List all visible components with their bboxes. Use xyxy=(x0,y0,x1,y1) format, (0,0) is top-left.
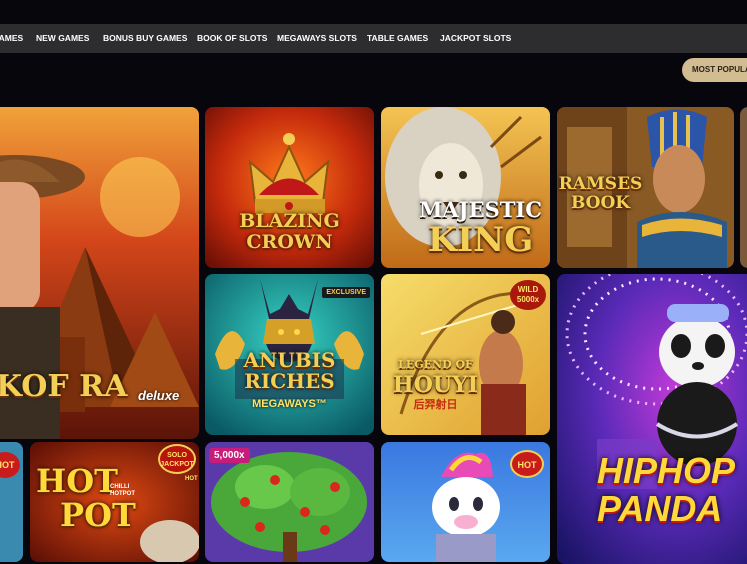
book-of-ra-subtitle: deluxe xyxy=(138,388,180,403)
book-of-ra-prefix: K xyxy=(0,369,22,404)
sort-dropdown[interactable]: MOST POPULAR xyxy=(682,58,747,82)
solo-jackpot-badge: SOLO JACKPOT xyxy=(158,444,196,474)
game-tile-unicorn[interactable]: HOT xyxy=(381,442,550,562)
multiplier-badge: 5,000x xyxy=(209,448,250,463)
hot-badge-unicorn: HOT xyxy=(510,450,544,478)
solo-badge-top: SOLO xyxy=(167,452,187,459)
game-tile-hip-hop-panda[interactable]: HIPHOP PANDA xyxy=(557,274,747,564)
category-nav: GAMES NEW GAMES BONUS BUY GAMES BOOK OF … xyxy=(0,24,747,53)
wild-badge-bottom: 5000x xyxy=(516,295,540,304)
ramses-book-line2: BOOK xyxy=(570,193,631,213)
megaways-label: MEGAWAYS™ xyxy=(252,398,327,410)
nav-table-games[interactable]: TABLE GAMES xyxy=(367,24,428,53)
game-tile-partial-right[interactable] xyxy=(740,107,747,268)
anubis-riches-line1: ANUBIS xyxy=(243,348,336,372)
nav-jackpot-slots[interactable]: JACKPOT SLOTS xyxy=(440,24,511,53)
nav-megaways-slots[interactable]: MEGAWAYS SLOTS xyxy=(277,24,357,53)
game-tile-legend-of-houyi[interactable]: WILD 5000x LEGEND OF HOUYI 后羿射日 xyxy=(381,274,550,435)
majestic-king-line2: KING xyxy=(427,220,534,260)
blazing-crown-logo: BLAZING CROWN xyxy=(205,211,374,253)
nav-games[interactable]: GAMES xyxy=(0,24,23,53)
hip-hop-panda-line2: PANDA xyxy=(597,488,723,529)
blazing-crown-line2: CROWN xyxy=(246,231,333,253)
wild-badge-top: WILD xyxy=(517,285,539,294)
houyi-line2: HOUYI xyxy=(392,372,479,398)
game-tile-anubis-riches[interactable]: EXCLUSIVE ANUBIS RICHES MEGAWAYS™ xyxy=(205,274,374,435)
houyi-line3: 后羿射日 xyxy=(413,398,458,411)
houyi-line1: LEGEND OF xyxy=(398,358,473,371)
book-of-ra-title: OF RA xyxy=(21,369,128,404)
game-tile-money-tree[interactable]: 5,000x xyxy=(205,442,374,562)
hot-corner-badge: HOT xyxy=(185,476,198,482)
partial-tile-artwork xyxy=(740,107,747,268)
hip-hop-panda-line1: HIPHOP xyxy=(597,450,736,491)
hot-pot-line2: POT xyxy=(60,496,136,534)
ramses-book-logo: RAMSES BOOK xyxy=(557,175,734,213)
hot-pot-logo: HOT POT xyxy=(36,464,199,532)
game-tile-ramses-book[interactable]: RAMSES BOOK xyxy=(557,107,734,268)
game-tile-blazing-crown[interactable]: BLAZING CROWN xyxy=(205,107,374,268)
legend-of-houyi-logo: LEGEND OF HOUYI 后羿射日 xyxy=(381,358,550,412)
nav-book-of-slots[interactable]: BOOK OF SLOTS xyxy=(197,24,267,53)
game-tile-hot-pot[interactable]: HOT POT CHILLI HOTPOT SOLO JACKPOT HOT xyxy=(30,442,199,562)
nav-bonus-buy-games[interactable]: BONUS BUY GAMES xyxy=(103,24,187,53)
solo-badge-bottom: JACKPOT xyxy=(160,461,194,468)
game-tile-majestic-king[interactable]: MAJESTIC KING xyxy=(381,107,550,268)
game-tile-partial-left[interactable]: HOT xyxy=(0,442,23,562)
nav-new-games[interactable]: NEW GAMES xyxy=(36,24,89,53)
ramses-book-line1: RAMSES xyxy=(558,174,643,194)
exclusive-badge: EXCLUSIVE xyxy=(322,287,370,298)
game-tile-book-of-ra[interactable]: KOF RA deluxe xyxy=(0,107,199,439)
anubis-riches-line2: RICHES xyxy=(244,369,335,393)
hip-hop-panda-logo: HIPHOP PANDA xyxy=(597,452,735,528)
wild-5000x-badge: WILD 5000x xyxy=(510,280,546,310)
blazing-crown-line1: BLAZING xyxy=(239,210,340,232)
chilli-hotpot-label: CHILLI HOTPOT xyxy=(110,484,135,497)
majestic-king-logo: MAJESTIC KING xyxy=(411,195,550,260)
anubis-riches-logo: ANUBIS RICHES xyxy=(205,350,374,392)
